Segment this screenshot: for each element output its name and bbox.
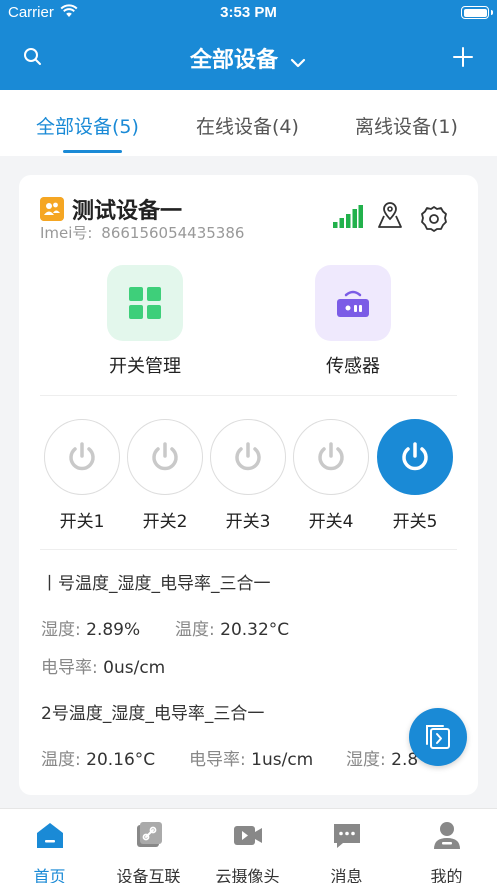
power-button-3[interactable] <box>210 419 286 495</box>
chevron-down-icon <box>290 58 306 67</box>
switch-3-label: 开关3 <box>225 512 271 532</box>
power-button-2[interactable] <box>127 419 203 495</box>
switch-view-icon <box>426 725 450 749</box>
device-name: 测试设备一 <box>72 199 183 224</box>
switch-management-label: 开关管理 <box>109 356 181 377</box>
status-bar: Carrier 3:53 PM <box>0 0 497 26</box>
battery-icon <box>461 6 493 19</box>
sensor-1-title: 丨号温度_湿度_电导率_三合一 <box>41 574 271 594</box>
home-icon <box>36 823 63 848</box>
sensor-button[interactable]: 传感器 <box>283 265 423 378</box>
divider <box>40 395 457 396</box>
device-card: 测试设备一 Imei号: 866156054435386 开关管理 传感器 开关… <box>19 175 478 795</box>
message-icon <box>333 824 360 848</box>
signal-icon <box>333 205 363 228</box>
power-icon <box>69 442 95 471</box>
plus-icon[interactable] <box>451 45 475 69</box>
switch-5[interactable]: 开关5 <box>376 419 454 532</box>
sensor-2-title: 2号温度_湿度_电导率_三合一 <box>41 704 265 724</box>
grid-icon-box <box>107 265 183 341</box>
tab-all-devices[interactable]: 全部设备(5) <box>36 112 139 139</box>
device-filter-dropdown[interactable]: 全部设备 <box>0 42 497 74</box>
switch-2[interactable]: 开关2 <box>126 419 204 532</box>
divider <box>40 549 457 550</box>
switch-1-label: 开关1 <box>59 512 105 532</box>
floating-switch-button[interactable] <box>409 708 467 766</box>
switch-2-label: 开关2 <box>142 512 188 532</box>
map-pin-icon[interactable] <box>375 200 405 230</box>
power-icon <box>235 442 261 471</box>
nav-bar: 全部设备 <box>0 26 497 90</box>
tabbar-messages[interactable]: 消息 <box>297 819 396 883</box>
tabbar-cloud-camera[interactable]: 云摄像头 <box>198 819 297 883</box>
imei-value: 866156054435386 <box>101 224 245 242</box>
page-title: 全部设备 <box>189 48 278 73</box>
tab-offline-devices[interactable]: 离线设备(1) <box>355 112 458 139</box>
tabbar-device-link[interactable]: 设备互联 <box>99 819 198 883</box>
power-icon <box>402 442 428 471</box>
power-icon <box>318 442 344 471</box>
switch-management-button[interactable]: 开关管理 <box>75 265 215 378</box>
clock: 3:53 PM <box>220 4 277 21</box>
imei-row: Imei号: 866156054435386 <box>40 222 244 243</box>
tabbar-mine[interactable]: 我的 <box>397 819 496 883</box>
sensor-1-humidity: 湿度: 2.89% <box>41 620 141 640</box>
switch-3[interactable]: 开关3 <box>209 419 287 532</box>
bottom-tab-bar: 首页 设备互联 云摄像头 消息 我的 <box>0 808 497 883</box>
device-group-icon <box>40 197 64 221</box>
sensor-2-conductivity: 电导率: 1us/cm <box>189 750 314 770</box>
switch-1[interactable]: 开关1 <box>43 419 121 532</box>
tab-active-indicator <box>63 150 122 153</box>
grid-icon <box>129 287 161 319</box>
sensor-2-temperature: 温度: 20.16°C <box>41 750 156 770</box>
sensor-icon <box>337 290 369 317</box>
power-button-5[interactable] <box>377 419 453 495</box>
imei-label: Imei号: <box>40 224 93 242</box>
sensor-1-conductivity: 电导率: 0us/cm <box>41 658 166 678</box>
sensor-2-humidity: 湿度: 2.8 <box>346 750 419 770</box>
power-icon <box>152 442 178 471</box>
power-button-4[interactable] <box>293 419 369 495</box>
switch-5-label: 开关5 <box>392 512 438 532</box>
sensor-label: 传感器 <box>326 356 380 377</box>
tabbar-home[interactable]: 首页 <box>0 819 99 883</box>
user-icon <box>433 822 460 849</box>
camera-icon <box>233 826 262 845</box>
link-icon <box>136 822 162 847</box>
sensor-icon-box <box>315 265 391 341</box>
power-button-1[interactable] <box>44 419 120 495</box>
switch-4-label: 开关4 <box>308 512 354 532</box>
tab-online-devices[interactable]: 在线设备(4) <box>196 112 299 139</box>
gear-icon[interactable] <box>419 204 449 234</box>
switch-4[interactable]: 开关4 <box>292 419 370 532</box>
sensor-1-temperature: 温度: 20.32°C <box>175 620 290 640</box>
device-tabs: 全部设备(5) 在线设备(4) 离线设备(1) <box>0 90 497 156</box>
